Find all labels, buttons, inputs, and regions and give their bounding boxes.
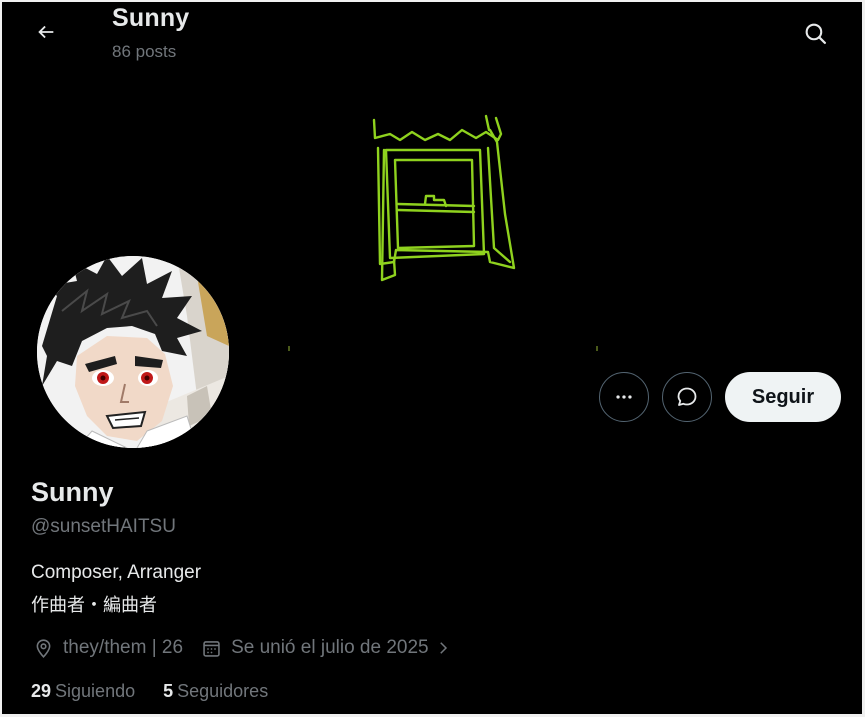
location-pin-icon bbox=[36, 638, 51, 658]
profile-page: Sunny 86 posts Seguir Sunny @sunsetHAITS… bbox=[0, 0, 865, 717]
follow-button[interactable]: Seguir bbox=[725, 372, 841, 422]
following-label: Siguiendo bbox=[55, 681, 136, 701]
bio-line: 作曲者・編曲者 bbox=[31, 595, 157, 616]
more-options-button[interactable] bbox=[599, 372, 649, 422]
window-border bbox=[0, 0, 2, 717]
banner-speck bbox=[288, 346, 290, 351]
header-title: Sunny bbox=[112, 4, 190, 32]
avatar-image bbox=[37, 256, 229, 448]
search-button[interactable] bbox=[796, 14, 834, 52]
location-item: they/them | 26 bbox=[33, 637, 183, 659]
post-count: 86 posts bbox=[112, 42, 177, 61]
back-button[interactable] bbox=[28, 14, 64, 50]
followers-label: Seguidores bbox=[177, 681, 269, 701]
ellipsis-icon bbox=[616, 395, 632, 399]
user-handle: @sunsetHAITSU bbox=[31, 516, 176, 537]
message-bubble-icon bbox=[677, 387, 697, 406]
followers-link[interactable]: 5 Seguidores bbox=[163, 681, 268, 702]
profile-meta: they/them | 26 Se unió el julio de 2025 bbox=[33, 634, 452, 662]
followers-count: 5 bbox=[163, 681, 174, 701]
follow-stats: 29 Siguiendo 5 Seguidores bbox=[31, 681, 268, 702]
display-name: Sunny bbox=[31, 477, 114, 507]
window-border bbox=[0, 0, 865, 2]
chevron-right-icon bbox=[439, 642, 447, 654]
avatar[interactable] bbox=[37, 256, 229, 448]
following-link[interactable]: 29 Siguiendo bbox=[31, 681, 135, 702]
banner-speck bbox=[596, 346, 598, 351]
calendar-icon bbox=[203, 640, 220, 657]
search-icon bbox=[805, 23, 826, 44]
arrow-left-icon bbox=[38, 25, 54, 39]
bio-line: Composer, Arranger bbox=[31, 562, 202, 583]
following-count: 29 bbox=[31, 681, 52, 701]
joined-text: Se unió el julio de 2025 bbox=[231, 637, 429, 658]
message-button[interactable] bbox=[662, 372, 712, 422]
joined-date-link[interactable]: Se unió el julio de 2025 bbox=[201, 637, 452, 659]
profile-header: Sunny 86 posts bbox=[0, 0, 865, 68]
location-text: they/them | 26 bbox=[63, 637, 184, 658]
